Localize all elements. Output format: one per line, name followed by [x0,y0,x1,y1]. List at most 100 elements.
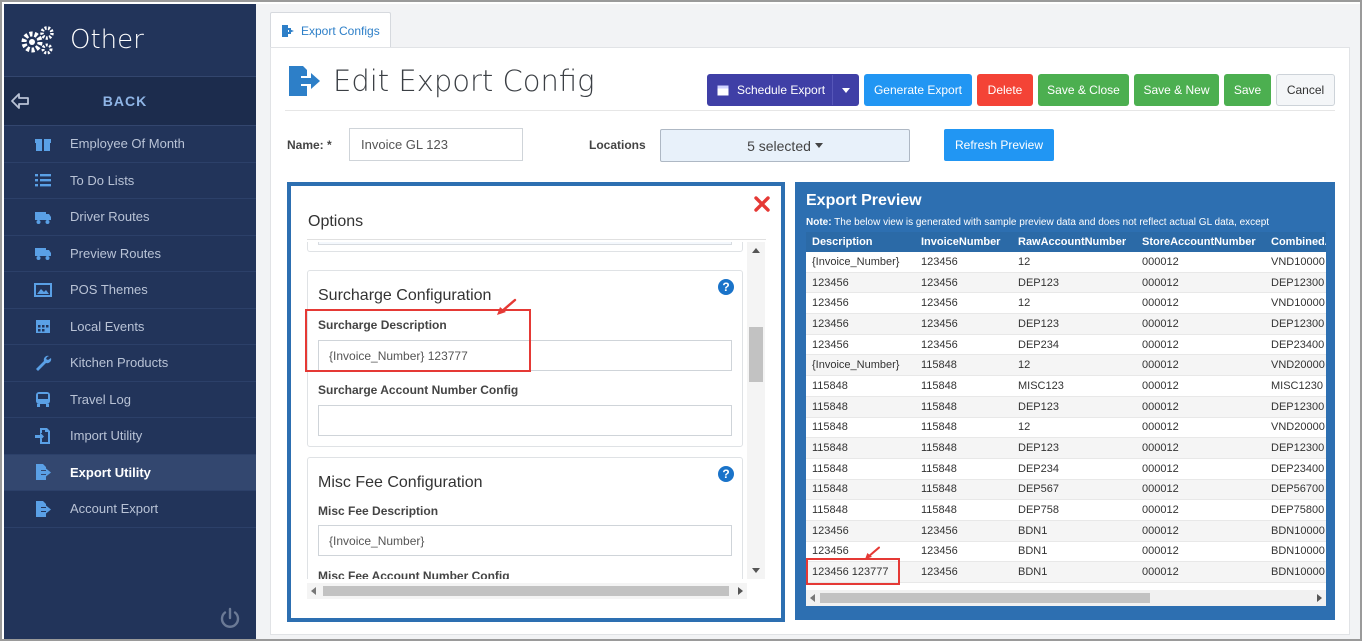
table-cell: 000012 [1142,400,1179,413]
name-input[interactable]: Invoice GL 123 [349,128,523,161]
save-new-button[interactable]: Save & New [1134,74,1219,106]
locations-select[interactable]: 5 selected [660,129,910,162]
surcharge-account-input[interactable] [318,405,732,436]
sidebar-item-pos-themes[interactable]: POS Themes [4,272,256,309]
sidebar-title: Other [70,25,144,55]
table-cell: DEP23400 [1271,462,1325,475]
scroll-left-icon[interactable] [311,587,316,595]
table-row: 123456 123456 DEP123 000012 DEP12300 [806,272,1326,294]
arrow-left-icon [11,93,29,109]
table-cell: 000012 [1142,359,1179,372]
sidebar-item-label: Employee Of Month [70,136,185,152]
column-header[interactable]: RawAccountNumber [1012,232,1136,252]
table-cell: 115848 [812,442,848,455]
back-button[interactable]: BACK [4,76,256,126]
scroll-thumb[interactable] [323,586,729,596]
table-cell: 123456 [921,276,958,289]
scroll-left-icon[interactable] [810,594,815,602]
options-horizontal-scrollbar[interactable] [307,583,747,599]
table-cell: DEP123 [1018,317,1059,330]
scroll-thumb[interactable] [820,593,1150,603]
locations-label: Locations [589,138,646,152]
sidebar-item-driver-routes[interactable]: Driver Routes [4,199,256,236]
app-window: Other BACK Employee Of Month To Do Lists D… [0,0,1362,641]
table-row: 115848 115848 DEP234 000012 DEP23400 [806,459,1326,480]
sidebar-nav: Employee Of Month To Do Lists Driver Route… [4,126,256,528]
table-cell: 115848 [812,421,848,434]
table-cell: 000012 [1142,338,1179,351]
help-icon[interactable]: ? [718,279,734,295]
table-cell: 123456 [921,566,958,579]
sidebar-item-import-utility[interactable]: Import Utility [4,418,256,455]
power-icon[interactable] [218,606,242,630]
highlight-box [806,558,900,585]
table-cell: DEP123 [1018,442,1059,455]
previous-field[interactable] [318,242,732,245]
misc-fee-description-label: Misc Fee Description [318,504,439,518]
table-cell: MISC1230 [1271,379,1323,392]
sidebar-item-label: Import Utility [70,428,143,444]
table-cell: 123456 [812,338,849,351]
table-cell: 000012 [1142,421,1179,434]
sidebar-item-travel-log[interactable]: Travel Log [4,382,256,418]
export-preview-panel: Export Preview Note: The below view is g… [795,182,1335,620]
annotation-arrow-icon [497,298,517,315]
column-header[interactable]: Description [806,232,915,252]
table-cell: {Invoice_Number} [812,359,900,372]
table-cell: 115848 [921,442,957,455]
tab-label: Export Configs [301,23,380,38]
table-cell: 123456 [921,545,958,558]
table-cell: DEP123 [1018,400,1059,413]
misc-fee-section: Misc Fee Configuration ? Misc Fee Descri… [307,457,743,579]
import-icon [35,427,50,444]
column-header[interactable]: StoreAccountNumber [1136,232,1265,252]
column-header[interactable]: CombinedA [1265,232,1326,252]
scroll-up-icon[interactable] [752,248,760,253]
sidebar-item-to-do-lists[interactable]: To Do Lists [4,163,256,199]
table-cell: 115848 [812,462,848,475]
sidebar-item-account-export[interactable]: Account Export [4,491,256,528]
preview-table[interactable]: Description InvoiceNumber RawAccountNumber… [806,232,1326,606]
schedule-dropdown-toggle[interactable] [832,75,858,105]
scroll-thumb[interactable] [749,327,763,382]
tab-export-configs[interactable]: Export Configs [270,12,391,48]
help-icon[interactable]: ? [718,466,734,482]
options-scroll-area[interactable]: Surcharge Configuration ? Surcharge Desc… [307,242,747,579]
table-cell: 12 [1018,255,1031,268]
delete-button[interactable]: Delete [977,74,1033,106]
column-header[interactable]: InvoiceNumber [915,232,1012,252]
preview-horizontal-scrollbar[interactable] [806,590,1326,606]
table-cell: 115848 [812,400,848,413]
sidebar-item-export-utility[interactable]: Export Utility [4,454,256,491]
chevron-down-icon [814,143,823,148]
table-cell: 12 [1018,297,1031,310]
table-cell: DEP234 [1018,462,1059,475]
sidebar-item-preview-routes[interactable]: Preview Routes [4,236,256,272]
export-file-icon [289,66,320,96]
cancel-button[interactable]: Cancel [1276,74,1335,106]
annotation-arrow-icon [865,546,881,560]
options-vertical-scrollbar[interactable] [747,242,765,579]
save-close-button[interactable]: Save & Close [1038,74,1129,106]
table-cell: 115848 [921,462,957,475]
misc-fee-description-input[interactable]: {Invoice_Number} [318,525,732,556]
table-cell: MISC123 [1018,379,1064,392]
scroll-right-icon[interactable] [738,587,743,595]
sidebar-item-local-events[interactable]: Local Events [4,309,256,345]
sidebar-item-label: Kitchen Products [70,355,169,371]
close-icon[interactable] [753,195,771,213]
generate-export-button[interactable]: Generate Export [864,74,972,106]
title-row: Edit Export Config Schedule Export Gener… [271,60,1335,112]
sidebar-item-employee-of-month[interactable]: Employee Of Month [4,126,256,163]
schedule-export-button[interactable]: Schedule Export [707,74,859,106]
export-icon [36,464,51,481]
table-header: Description InvoiceNumber RawAccountNumber… [806,232,1326,252]
table-cell: DEP123 [1018,276,1059,289]
misc-fee-account-label: Misc Fee Account Number Config [318,569,510,579]
table-cell: DEP12300 [1271,276,1325,289]
sidebar-item-kitchen-products[interactable]: Kitchen Products [4,345,256,382]
scroll-down-icon[interactable] [752,568,760,573]
save-button[interactable]: Save [1224,74,1271,106]
scroll-right-icon[interactable] [1317,594,1322,602]
refresh-preview-button[interactable]: Refresh Preview [944,129,1054,161]
